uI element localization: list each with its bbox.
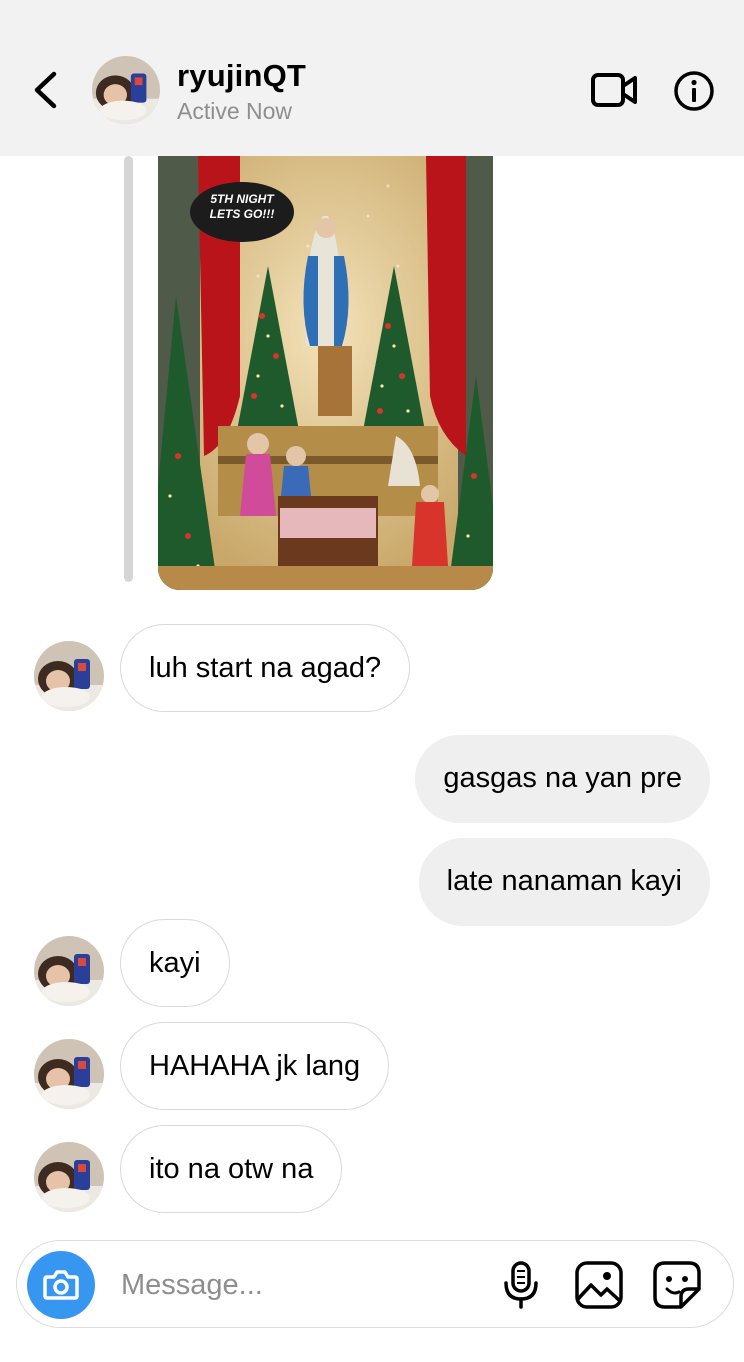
active-status: Active Now xyxy=(177,98,293,124)
contact-username[interactable]: ryujinQT xyxy=(177,58,306,94)
avatar[interactable] xyxy=(34,1039,104,1109)
message-bubble-outgoing[interactable]: gasgas na yan pre xyxy=(415,735,710,823)
avatar[interactable] xyxy=(34,1142,104,1212)
avatar[interactable] xyxy=(34,641,104,711)
camera-icon xyxy=(43,1270,79,1300)
image-icon[interactable] xyxy=(573,1259,625,1311)
message-composer xyxy=(16,1240,734,1328)
message-bubble-incoming[interactable]: luh start na agad? xyxy=(120,624,411,712)
message-input[interactable] xyxy=(121,1261,481,1309)
chevron-left-icon[interactable] xyxy=(28,68,64,112)
avatar[interactable] xyxy=(92,56,160,124)
message-bubble-outgoing[interactable]: late nanaman kayi xyxy=(418,838,710,926)
microphone-icon[interactable] xyxy=(501,1259,541,1311)
camera-button[interactable] xyxy=(27,1251,95,1319)
info-icon[interactable] xyxy=(673,70,715,112)
shared-post-image[interactable]: 5TH NIGHT LETS GO!!! xyxy=(158,156,493,590)
avatar[interactable] xyxy=(34,936,104,1006)
message-bubble-incoming[interactable]: HAHAHA jk lang xyxy=(120,1022,390,1110)
sticker-icon[interactable] xyxy=(651,1259,703,1311)
chat-header: ryujinQT Active Now xyxy=(0,0,744,156)
svg-text:LETS GO!!!: LETS GO!!! xyxy=(210,207,275,221)
message-bubble-incoming[interactable]: kayi xyxy=(120,919,230,1007)
video-camera-icon[interactable] xyxy=(590,70,638,110)
svg-text:5TH NIGHT: 5TH NIGHT xyxy=(210,192,275,206)
reply-indicator-bar xyxy=(124,156,133,582)
message-bubble-incoming[interactable]: ito na otw na xyxy=(120,1125,343,1213)
